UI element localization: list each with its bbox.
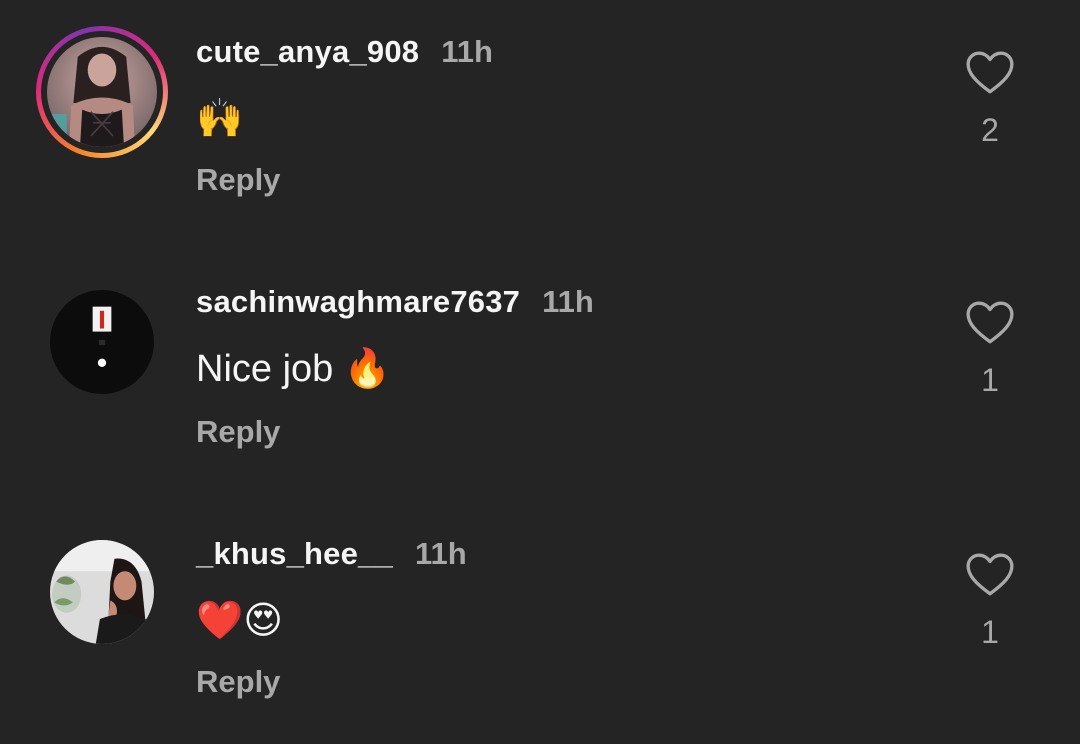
username[interactable]: sachinwaghmare7637: [196, 284, 520, 320]
avatar[interactable]: [50, 290, 154, 394]
like-area: 1: [954, 552, 1026, 651]
like-count: 2: [981, 112, 999, 148]
username[interactable]: _khus_hee__: [196, 536, 393, 572]
reply-button[interactable]: Reply: [196, 414, 280, 450]
username[interactable]: cute_anya_908: [196, 34, 419, 70]
reply-button[interactable]: Reply: [196, 162, 280, 198]
comment-text: ❤️😍: [196, 600, 283, 642]
avatar-image: [50, 290, 154, 394]
comment-item: _khus_hee__ 11h ❤️😍 Reply 1: [0, 502, 1080, 702]
timestamp: 11h: [441, 34, 493, 69]
comment-item: cute_anya_908 11h 🙌 Reply 2: [0, 0, 1080, 200]
avatar-story-ring[interactable]: [36, 26, 168, 158]
avatar-image: [50, 540, 154, 644]
comment-item: sachinwaghmare7637 11h Nice job 🔥 Reply …: [0, 250, 1080, 450]
like-area: 2: [954, 50, 1026, 149]
avatar: [47, 37, 157, 147]
like-area: 1: [954, 300, 1026, 399]
comment-text: 🙌: [196, 98, 244, 140]
heart-icon[interactable]: [965, 300, 1015, 346]
comment-header: sachinwaghmare7637 11h: [196, 284, 594, 324]
reply-button[interactable]: Reply: [196, 664, 280, 700]
comments-list: cute_anya_908 11h 🙌 Reply 2 sachinwaghma…: [0, 0, 1080, 744]
timestamp: 11h: [542, 284, 594, 319]
heart-icon[interactable]: [965, 552, 1015, 598]
comment-header: cute_anya_908 11h: [196, 34, 493, 74]
avatar[interactable]: [50, 540, 154, 644]
comment-header: _khus_hee__ 11h: [196, 536, 467, 576]
comment-text: Nice job 🔥: [196, 348, 392, 390]
heart-icon[interactable]: [965, 50, 1015, 96]
timestamp: 11h: [414, 536, 467, 571]
like-count: 1: [981, 362, 999, 398]
like-count: 1: [981, 614, 999, 650]
